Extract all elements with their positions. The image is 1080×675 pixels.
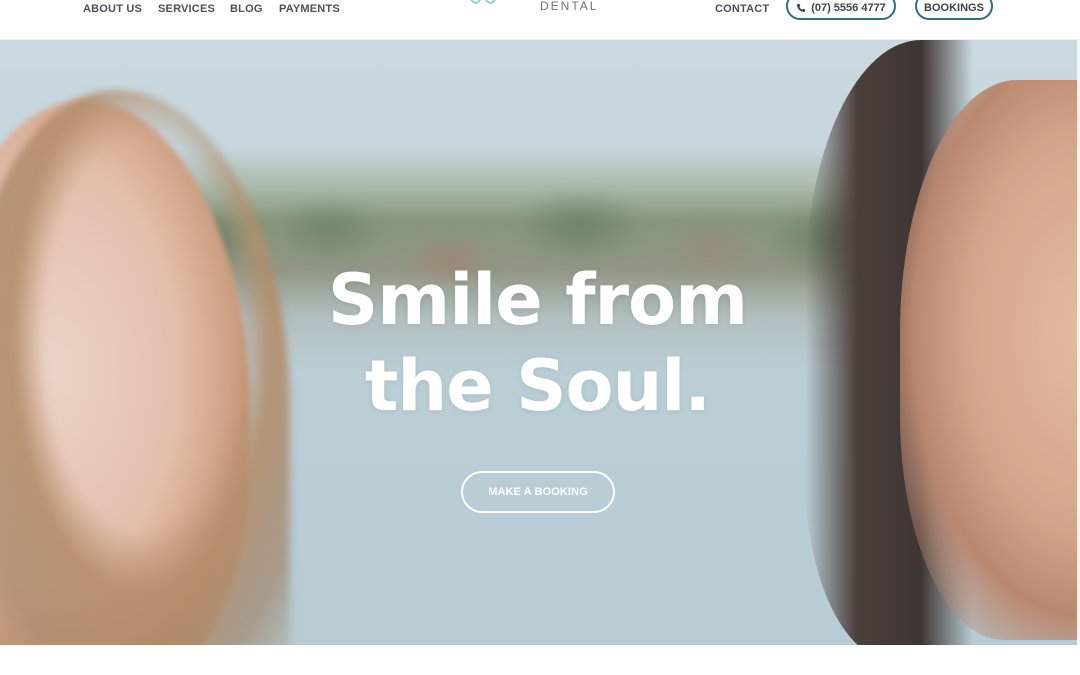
nav-contact[interactable]: CONTACT — [715, 3, 769, 15]
nav-blog[interactable]: BLOG — [230, 3, 263, 15]
nav-services[interactable]: SERVICES — [158, 3, 215, 15]
page: ABOUT US SERVICES BLOG PAYMENTS DENTAL C… — [0, 0, 1080, 675]
phone-icon — [797, 4, 806, 12]
hero-title: Smile from the Soul. — [0, 257, 1075, 429]
hero-title-line-1: Smile from — [327, 259, 748, 341]
hero-title-line-2: the Soul. — [364, 345, 711, 427]
nav-about-us[interactable]: ABOUT US — [83, 3, 142, 15]
content-below-hero — [0, 645, 1080, 675]
tooth-icon[interactable] — [466, 0, 506, 12]
phone-button[interactable]: (07) 5556 4777 — [786, 0, 896, 20]
make-a-booking-button[interactable]: MAKE A BOOKING — [461, 471, 615, 513]
nav-payments[interactable]: PAYMENTS — [279, 3, 340, 15]
site-header: ABOUT US SERVICES BLOG PAYMENTS DENTAL C… — [0, 0, 1080, 40]
phone-number: (07) 5556 4777 — [811, 2, 886, 14]
bookings-label: BOOKINGS — [924, 2, 984, 14]
logo-text[interactable]: DENTAL — [540, 0, 598, 13]
hero-banner: Smile from the Soul. MAKE A BOOKING — [0, 40, 1080, 645]
bookings-button[interactable]: BOOKINGS — [915, 0, 993, 20]
